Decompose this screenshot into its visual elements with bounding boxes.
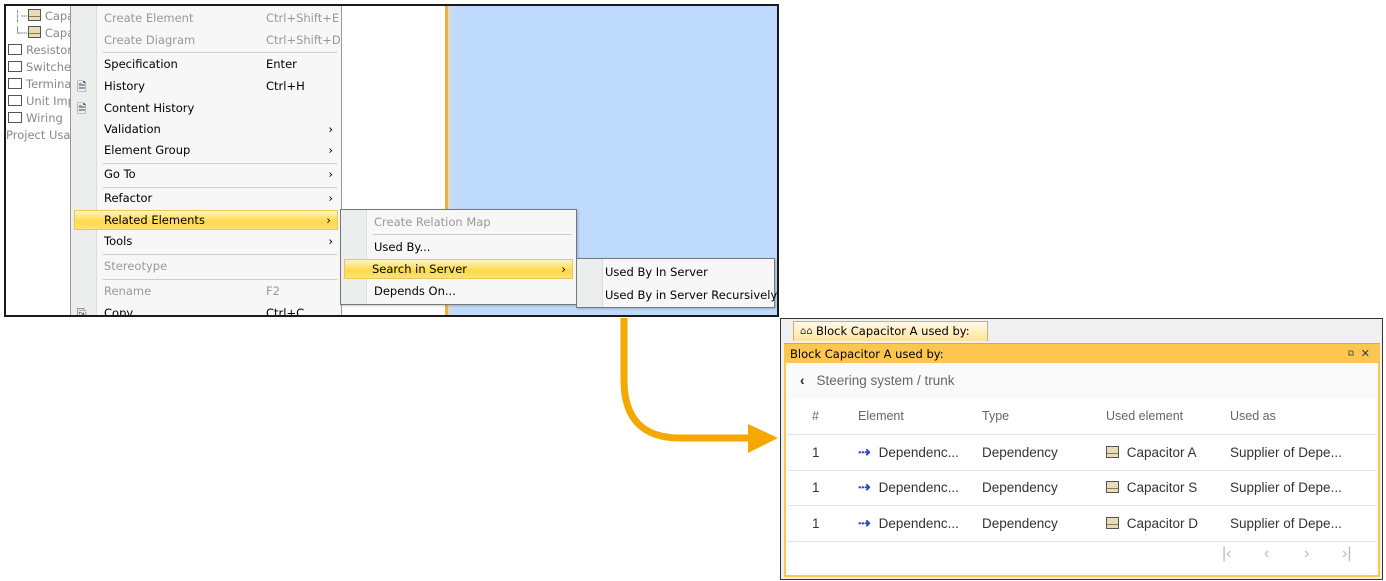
last-page-icon[interactable]: ›|	[1342, 545, 1351, 563]
dependency-icon: ⇢	[858, 479, 871, 496]
table-header: # Element Type Used element Used as	[788, 399, 1376, 435]
back-chevron-icon[interactable]: ‹	[800, 373, 805, 388]
panel-title: Block Capacitor A used by:	[790, 347, 944, 361]
column-header[interactable]: Used element	[1106, 399, 1183, 434]
block-icon	[1106, 481, 1119, 493]
previous-page-icon[interactable]: ‹	[1264, 545, 1269, 563]
column-header[interactable]: Element	[858, 399, 904, 434]
first-page-icon[interactable]: |‹	[1222, 545, 1231, 563]
table-row[interactable]: 1 ⇢ Dependenc... Dependency Capacitor S S…	[788, 470, 1376, 506]
relation-map-icon: ⌂⌂	[800, 326, 813, 337]
block-icon	[1106, 517, 1119, 529]
panel-header: Block Capacitor A used by: ⧉ ✕	[784, 343, 1380, 363]
dependency-icon: ⇢	[858, 515, 871, 532]
table-row[interactable]: 1 ⇢ Dependenc... Dependency Capacitor D S…	[788, 506, 1376, 542]
restore-icon[interactable]: ⧉	[1348, 344, 1354, 364]
table-row[interactable]: 1 ⇢ Dependenc... Dependency Capacitor A S…	[788, 435, 1376, 471]
column-header: #	[812, 409, 819, 423]
column-header[interactable]: Used as	[1230, 399, 1276, 434]
panel-body: ‹ Steering system / trunk # Element Type …	[784, 363, 1380, 577]
used-by-panel: ⌂⌂ Block Capacitor A used by: Block Capac…	[780, 318, 1383, 580]
results-table: # Element Type Used element Used as 1 ⇢ D…	[788, 399, 1376, 573]
column-header[interactable]: Type	[982, 399, 1009, 434]
tab-used-by[interactable]: ⌂⌂ Block Capacitor A used by:	[793, 321, 988, 341]
close-icon[interactable]: ✕	[1361, 344, 1370, 364]
block-icon	[1106, 446, 1119, 458]
breadcrumb: ‹ Steering system / trunk	[800, 373, 955, 388]
next-page-icon[interactable]: ›	[1304, 545, 1309, 563]
dependency-icon: ⇢	[858, 444, 871, 461]
